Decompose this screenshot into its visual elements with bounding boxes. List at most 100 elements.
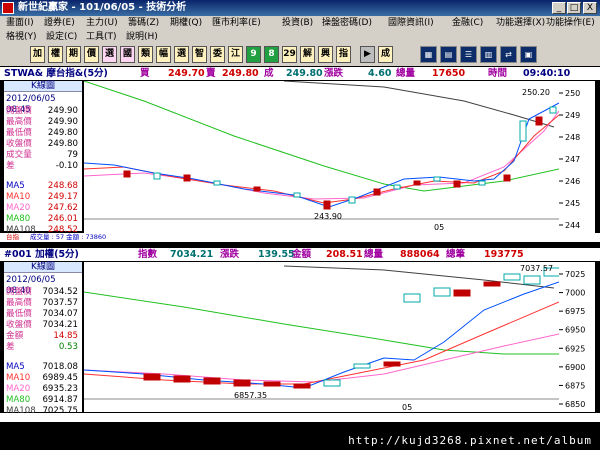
minimize-button[interactable]: _ (552, 2, 566, 14)
menu-fx-rates[interactable]: 匯市利率(E) (212, 16, 261, 30)
change-value: 4.60 (368, 68, 392, 79)
candle (535, 116, 543, 126)
panel2-yaxis: 7025 7000 6975 6950 6925 6900 6875 6850 (559, 262, 595, 412)
menu-view[interactable]: 格視(Y) (6, 30, 37, 44)
toolbar: 加 權 期 價 選 國 類 幅 選 智 委 江 9 8 29 解 興 指 ▶ 成… (0, 44, 600, 66)
ma-row: MA80 6914.87 (6, 395, 78, 405)
y-tick-label: 250 (565, 89, 580, 98)
candle (153, 172, 161, 180)
low-label: 243.90 (314, 212, 342, 221)
panel1-info: K線圖 2012/06/05 08:45 開盤價 249.90 最高價 249.90… (4, 81, 82, 235)
toolbar-button-6[interactable]: 國 (120, 46, 135, 63)
peak-label: 250.20 (522, 88, 550, 97)
toolbar-button-18[interactable]: 指 (336, 46, 351, 63)
close-button[interactable]: X (583, 2, 597, 14)
ma-row: MA20 6935.23 (6, 384, 78, 394)
menu-main-force[interactable]: 主力(U) (86, 16, 118, 30)
toolbar-button-13[interactable]: 9 (246, 46, 261, 63)
low-label: 6857.35 (234, 391, 267, 400)
menu-securities[interactable]: 證券(E) (44, 16, 75, 30)
toolbar-button-2[interactable]: 權 (48, 46, 63, 63)
candle (383, 361, 401, 367)
panel2-symbol[interactable]: #001 加權(5分) (4, 248, 79, 261)
menu-help[interactable]: 說明(H) (126, 30, 158, 44)
y-tick-label: 6950 (565, 326, 585, 335)
candle (503, 174, 511, 182)
candle (293, 192, 301, 198)
toolbar-button-12[interactable]: 江 (228, 46, 243, 63)
menu-function-select[interactable]: 功能選擇(X) (496, 16, 545, 30)
toolbar-button-5[interactable]: 選 (102, 46, 117, 63)
info-row: 最低價 249.80 (6, 128, 78, 138)
menu-chips[interactable]: 籌碼(Z) (128, 16, 159, 30)
toolbar-button-9[interactable]: 選 (174, 46, 189, 63)
toolbar-button-3[interactable]: 期 (66, 46, 81, 63)
toolbar-button-7[interactable]: 類 (138, 46, 153, 63)
x-tick-label: 05 (402, 403, 412, 412)
status-symbol: 台指 (6, 233, 19, 241)
menu-row-1: 畫面(I) 證券(E) 主力(U) 籌碼(Z) 期權(Q) 匯市利率(E) 投資… (0, 16, 600, 30)
menu-investment[interactable]: 投資(B) (282, 16, 313, 30)
toolbar-button-15[interactable]: 29 (282, 46, 297, 63)
menu-finance[interactable]: 金融(C) (452, 16, 483, 30)
toolbar-button-10[interactable]: 智 (192, 46, 207, 63)
window-title: 新世紀贏家 - 101/06/05 - 技術分析 (18, 2, 187, 13)
menu-bar: 畫面(I) 證券(E) 主力(U) 籌碼(Z) 期權(Q) 匯市利率(E) 投資… (0, 16, 600, 44)
peak-label: 7037.57 (520, 264, 553, 273)
amount-value: 208.51 (326, 249, 363, 260)
toolbar-button-16[interactable]: 解 (300, 46, 315, 63)
candle (503, 273, 521, 281)
menu-tools[interactable]: 工具(T) (86, 30, 117, 44)
candle (203, 377, 221, 385)
maximize-button[interactable]: □ (567, 2, 581, 14)
toolbar-button-14[interactable]: 8 (264, 46, 279, 63)
menu-function-ops[interactable]: 功能操作(E) (546, 16, 595, 30)
menu-intl-info[interactable]: 國際資訊(I) (388, 16, 434, 30)
info-row: 開盤價 249.90 (6, 106, 78, 116)
panel2-chart[interactable]: 05 7037.57 6857.35 (84, 262, 559, 412)
candle (353, 363, 371, 369)
buy-value: 249.70 (168, 68, 205, 79)
info-row: 金額 14.85 (6, 331, 78, 341)
toolbar-button-8[interactable]: 幅 (156, 46, 171, 63)
toolbar-button-17[interactable]: 興 (318, 46, 333, 63)
y-tick-label: 6975 (565, 307, 585, 316)
candle (183, 174, 191, 182)
info-row: 最高價 7037.57 (6, 298, 78, 308)
list-icon[interactable]: ☰ (460, 46, 477, 63)
sell-label: 賣 (206, 68, 216, 79)
candle (123, 170, 131, 178)
menu-row-2: 格視(Y) 設定(C) 工具(T) 說明(H) (0, 30, 600, 44)
bar-date: 2012/06/05 08:40 (6, 275, 56, 296)
page-swap-icon[interactable]: ⇄ (500, 46, 517, 63)
y-tick-label: 248 (565, 133, 580, 142)
menu-screen[interactable]: 畫面(I) (6, 16, 34, 30)
toolbar-button-1[interactable]: 加 (30, 46, 45, 63)
info-row: 成交量 79 (6, 150, 78, 160)
watermark: http://kujd3268.pixnet.net/album (348, 434, 592, 447)
y-tick-label: 244 (565, 221, 580, 230)
candle (323, 200, 331, 210)
ma-row: MA80 246.01 (6, 214, 78, 224)
page-icon[interactable]: ▤ (440, 46, 457, 63)
toolbar-button-19[interactable]: ▶ (360, 46, 375, 63)
menu-settings[interactable]: 設定(C) (46, 30, 77, 44)
window-icon[interactable]: ▣ (520, 46, 537, 63)
menu-trading-code[interactable]: 操盤密碼(D) (322, 16, 372, 30)
deal-label: 成 (264, 68, 274, 79)
panel1-symbol[interactable]: STWA& 摩台指&(5分) (4, 67, 108, 80)
chart-icon[interactable]: ▥ (480, 46, 497, 63)
toolbar-button-20[interactable]: 成 (378, 46, 393, 63)
change-label: 漲跌 (220, 249, 240, 260)
index-value: 7034.21 (170, 249, 214, 260)
buy-label: 買 (140, 68, 150, 79)
candle (253, 186, 261, 192)
menu-options[interactable]: 期權(Q) (170, 16, 202, 30)
ma-row: MA10 6989.45 (6, 373, 78, 383)
y-tick-label: 246 (565, 177, 580, 186)
y-tick-label: 7000 (565, 289, 585, 298)
grid-icon[interactable]: ▦ (420, 46, 437, 63)
toolbar-button-11[interactable]: 委 (210, 46, 225, 63)
toolbar-button-4[interactable]: 價 (84, 46, 99, 63)
panel1-chart[interactable]: 05 250.20 243.90 (84, 81, 559, 233)
